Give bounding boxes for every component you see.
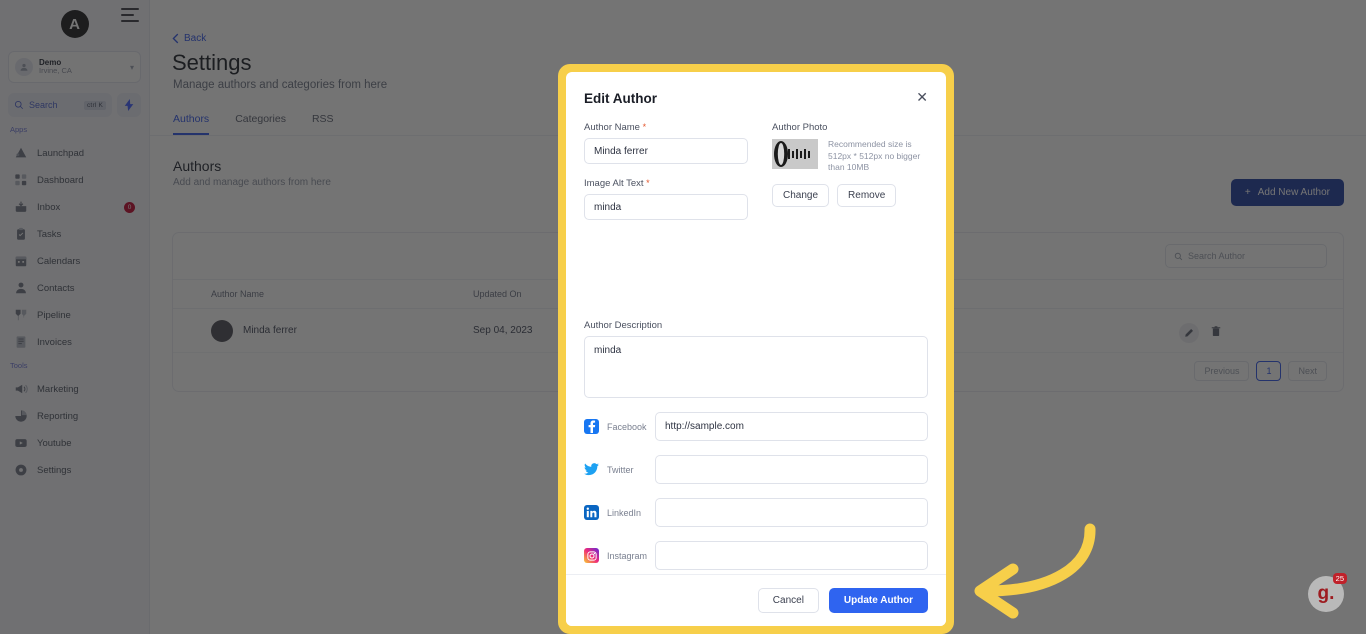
modal-highlight-border: Edit Author ✕ Author Name * Minda ferrer… [558,64,954,634]
curved-arrow-left-icon [955,515,1105,625]
social-label: Twitter [607,464,634,475]
twitter-url-input[interactable] [655,455,928,484]
image-alt-label-text: Image Alt Text [584,178,644,189]
modal-footer: Cancel Update Author [566,574,946,626]
linkedin-url-input[interactable] [655,498,928,527]
social-row-facebook: Facebook http://sample.com [584,412,928,441]
image-alt-label: Image Alt Text * [584,178,754,189]
facebook-url-input[interactable]: http://sample.com [655,412,928,441]
author-description-label: Author Description [584,320,663,331]
instagram-icon [584,548,599,563]
image-alt-input[interactable]: minda [584,194,748,220]
modal-title: Edit Author [584,91,657,106]
change-photo-button[interactable]: Change [772,184,830,208]
cancel-button[interactable]: Cancel [757,588,819,613]
social-row-twitter: Twitter [584,455,928,484]
required-asterisk: * [642,122,647,132]
instagram-url-input[interactable] [655,541,928,570]
close-icon[interactable]: ✕ [916,90,928,104]
facebook-icon [584,419,599,434]
social-row-linkedin: LinkedIn [584,498,928,527]
twitter-icon [584,462,599,477]
social-row-instagram: Instagram [584,541,928,570]
help-widget[interactable]: g. 25 [1308,573,1347,612]
social-label: Instagram [607,550,648,561]
author-name-label: Author Name * [584,122,754,133]
author-name-input[interactable]: Minda ferrer [584,138,748,164]
author-description-field: Author Description minda [584,320,928,398]
remove-photo-button[interactable]: Remove [837,184,897,208]
help-widget-badge: 25 [1332,573,1347,584]
modal-left-column: Author Name * Minda ferrer Image Alt Tex… [584,122,754,220]
linkedin-icon [584,505,599,520]
author-description-textarea[interactable]: minda [584,336,928,398]
photo-size-hint: Recommended size is 512px * 512px no big… [828,139,921,173]
edit-author-modal: Edit Author ✕ Author Name * Minda ferrer… [566,72,946,626]
required-asterisk: * [646,178,650,188]
author-photo-label: Author Photo [772,122,828,133]
author-photo-thumbnail [772,139,818,169]
social-label: Facebook [607,421,647,432]
modal-right-column: Author Photo Recommended size is 512px *… [772,122,932,208]
social-label: LinkedIn [607,507,642,518]
author-name-label-text: Author Name [584,122,640,133]
update-author-button[interactable]: Update Author [828,588,928,613]
